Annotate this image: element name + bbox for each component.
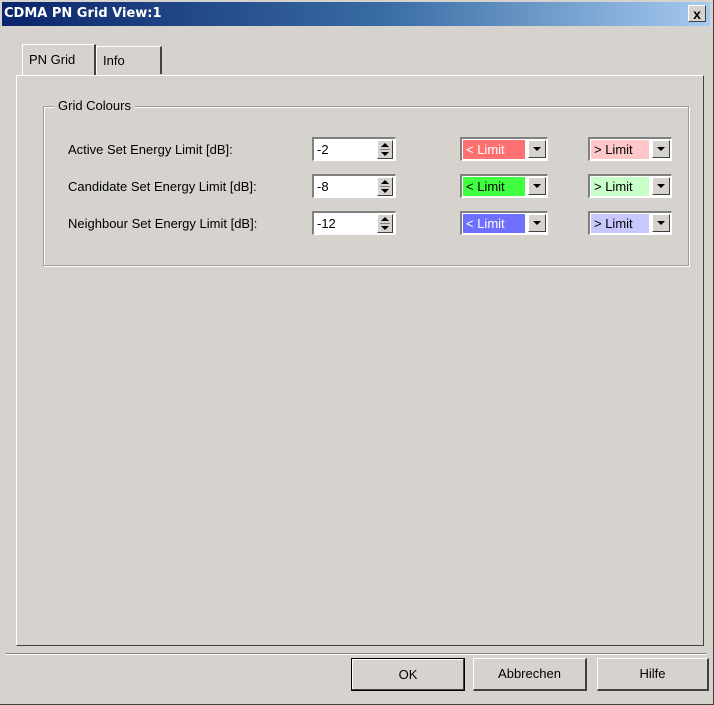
candidate-set-row: Candidate Set Energy Limit [dB]: -8 < Li… [44,174,690,200]
active-set-value[interactable]: -2 [317,142,329,157]
spin-up-icon[interactable] [381,217,389,221]
chevron-down-icon [533,184,541,188]
spinner-arrows-icon[interactable] [377,177,393,196]
dropdown-button[interactable] [528,140,546,158]
active-set-spinner[interactable]: -2 [312,137,396,161]
spin-divider [380,186,390,187]
neighbour-set-spinner[interactable]: -12 [312,211,396,235]
title-bar[interactable]: CDMA PN Grid View:1 x [2,2,710,26]
spin-divider [380,223,390,224]
dropdown-button[interactable] [528,177,546,195]
candidate-lower-colour-select[interactable]: < Limit [460,174,548,198]
spin-up-icon[interactable] [381,143,389,147]
group-title: Grid Colours [54,98,135,113]
spin-down-icon[interactable] [381,152,389,156]
close-button[interactable]: x [688,5,706,22]
chevron-down-icon [533,147,541,151]
active-set-label: Active Set Energy Limit [dB]: [68,142,233,157]
candidate-set-value[interactable]: -8 [317,179,329,194]
grid-colours-group: Grid Colours Active Set Energy Limit [dB… [43,98,690,266]
chevron-down-icon [657,184,665,188]
candidate-set-label: Candidate Set Energy Limit [dB]: [68,179,257,194]
neighbour-set-row: Neighbour Set Energy Limit [dB]: -12 < L… [44,211,690,237]
dropdown-button[interactable] [652,177,670,195]
neighbour-set-value[interactable]: -12 [317,216,336,231]
combo-label: < Limit [466,179,505,194]
active-set-row: Active Set Energy Limit [dB]: -2 < Limit [44,137,690,163]
help-button[interactable]: Hilfe [597,658,709,691]
dropdown-button[interactable] [528,214,546,232]
spin-up-icon[interactable] [381,180,389,184]
active-lower-colour-select[interactable]: < Limit [460,137,548,161]
spin-down-icon[interactable] [381,226,389,230]
chevron-down-icon [657,147,665,151]
close-icon: x [693,6,701,22]
spin-divider [380,149,390,150]
cancel-button[interactable]: Abbrechen [473,658,587,691]
window-title: CDMA PN Grid View:1 [4,6,162,21]
tab-info[interactable]: Info [96,46,162,74]
spinner-arrows-icon[interactable] [377,214,393,233]
combo-label: > Limit [594,179,633,194]
neighbour-upper-colour-select[interactable]: > Limit [588,211,672,235]
spinner-arrows-icon[interactable] [377,140,393,159]
combo-label: > Limit [594,216,633,231]
candidate-upper-colour-select[interactable]: > Limit [588,174,672,198]
neighbour-lower-colour-select[interactable]: < Limit [460,211,548,235]
spin-down-icon[interactable] [381,189,389,193]
dropdown-button[interactable] [652,140,670,158]
neighbour-set-label: Neighbour Set Energy Limit [dB]: [68,216,258,231]
chevron-down-icon [533,221,541,225]
combo-label: < Limit [466,216,505,231]
tab-pn-grid[interactable]: PN Grid [22,44,96,75]
ok-button[interactable]: OK [351,658,465,691]
dialog-window: CDMA PN Grid View:1 x PN Grid Info Grid … [0,0,714,705]
candidate-set-spinner[interactable]: -8 [312,174,396,198]
active-upper-colour-select[interactable]: > Limit [588,137,672,161]
combo-label: > Limit [594,142,633,157]
dropdown-button[interactable] [652,214,670,232]
chevron-down-icon [657,221,665,225]
combo-label: < Limit [466,142,505,157]
button-separator [6,653,706,655]
tab-panel: Grid Colours Active Set Energy Limit [dB… [16,75,704,646]
